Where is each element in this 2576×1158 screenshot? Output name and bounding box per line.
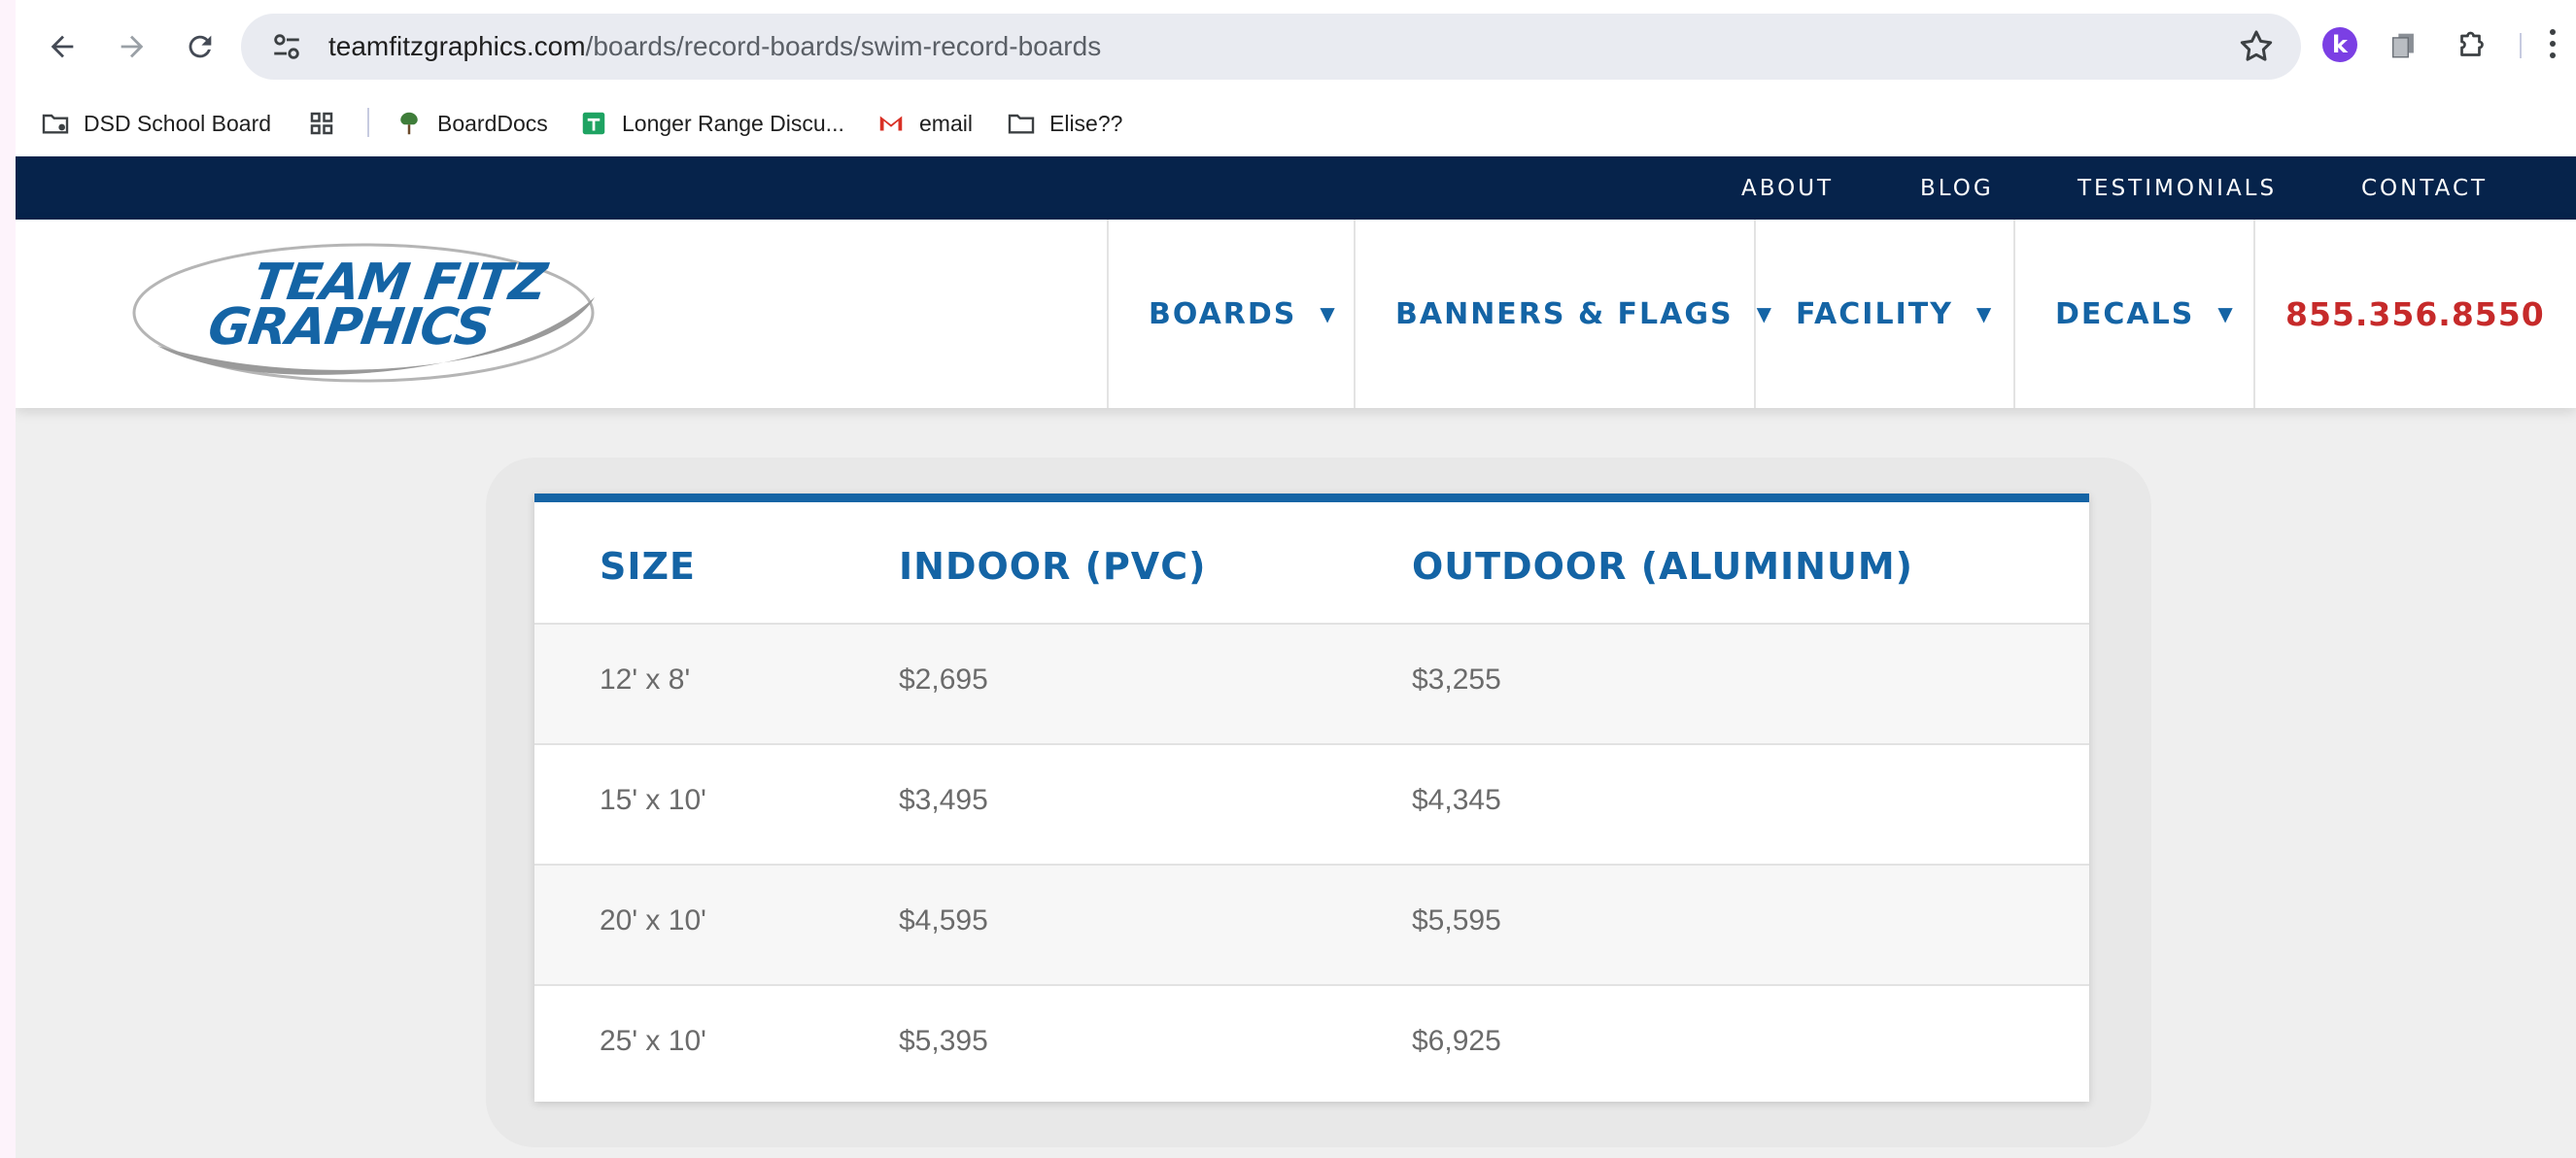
cell-outdoor-price: $4,345: [1412, 784, 1501, 816]
team-fitz-logo[interactable]: TEAM FITZ GRAPHICS: [128, 239, 614, 387]
cell-size: 15' x 10': [600, 784, 706, 816]
apps-grid-icon: [305, 107, 338, 140]
table-row: 25' x 10' $5,395 $6,925: [534, 984, 2089, 1102]
table-row: 15' x 10' $3,495 $4,345: [534, 743, 2089, 864]
sheets-icon: [577, 107, 610, 140]
nav-decals-label: DECALS: [2055, 296, 2195, 331]
cell-outdoor-price: $5,595: [1412, 904, 1501, 937]
puzzle-icon: [2460, 31, 2484, 56]
logo-text: TEAM FITZ GRAPHICS: [204, 254, 550, 357]
logo-line-2: GRAPHICS: [204, 298, 495, 357]
topbar-link-blog[interactable]: BLOG: [1920, 176, 1994, 201]
toolbar-divider: [2520, 33, 2522, 58]
nav-divider: [2253, 220, 2255, 408]
cell-size: 20' x 10': [600, 904, 706, 937]
cell-outdoor-price: $3,255: [1412, 664, 1501, 696]
nav-banners-flags[interactable]: BANNERS & FLAGS ▼: [1395, 292, 1773, 335]
table-row: 20' x 10' $4,595 $5,595: [534, 864, 2089, 984]
folder-shared-icon: [39, 107, 72, 140]
browser-menu-button[interactable]: [2548, 25, 2559, 64]
topbar-link-about[interactable]: ABOUT: [1741, 176, 1834, 201]
extension-k-icon: k: [2322, 27, 2357, 62]
caret-down-icon: ▼: [1756, 302, 1773, 325]
browser-chrome: teamfitzgraphics.com/boards/record-board…: [16, 0, 2576, 156]
forward-button[interactable]: [107, 21, 157, 72]
site-header: TEAM FITZ GRAPHICS BOARDS ▼ BANNERS & FL…: [16, 220, 2576, 408]
tree-icon: [393, 107, 426, 140]
column-header-size: SIZE: [600, 545, 697, 588]
utility-topbar: ABOUT BLOG TESTIMONIALS CONTACT: [16, 156, 2576, 220]
bookmark-star-icon[interactable]: [2237, 27, 2276, 66]
extension-copy-button[interactable]: [2385, 25, 2423, 64]
column-header-indoor: INDOOR (PVC): [899, 545, 1207, 588]
extensions-button[interactable]: [2453, 25, 2491, 64]
reload-icon: [189, 35, 212, 58]
cell-outdoor-price: $6,925: [1412, 1025, 1501, 1057]
topbar-link-testimonials[interactable]: TESTIMONIALS: [2078, 176, 2277, 201]
nav-boards-label: BOARDS: [1149, 296, 1297, 331]
arrow-left-icon: [51, 35, 74, 58]
reload-button[interactable]: [175, 21, 225, 72]
copy-extension-icon: [2391, 33, 2414, 58]
nav-decals[interactable]: DECALS ▼: [2055, 292, 2235, 335]
cell-indoor-price: $4,595: [899, 904, 988, 937]
bookmark-label: Elise??: [1049, 110, 1123, 136]
caret-down-icon: ▼: [2217, 302, 2235, 325]
bookmark-label: email: [919, 110, 973, 136]
caret-down-icon: ▼: [1975, 302, 1994, 325]
bookmarks-bar: DSD School Board BoardDocs Longer Range …: [16, 92, 2576, 156]
bookmark-label: BoardDocs: [437, 110, 548, 136]
bookmark-longer-range-discu[interactable]: Longer Range Discu...: [577, 104, 844, 143]
nav-facility-label: FACILITY: [1796, 296, 1953, 331]
arrow-right-icon: [120, 35, 144, 58]
bookmark-email[interactable]: email: [875, 104, 973, 143]
browser-toolbar: teamfitzgraphics.com/boards/record-board…: [16, 0, 2576, 92]
url-text[interactable]: teamfitzgraphics.com/boards/record-board…: [328, 31, 1101, 62]
nav-banners-flags-label: BANNERS & FLAGS: [1395, 296, 1734, 331]
webpage: ABOUT BLOG TESTIMONIALS CONTACT TEAM FIT…: [16, 156, 2576, 1158]
bookmark-label: DSD School Board: [84, 110, 272, 136]
nav-facility[interactable]: FACILITY ▼: [1796, 292, 1993, 335]
nav-divider: [2013, 220, 2015, 408]
bookmark-label: Longer Range Discu...: [622, 110, 844, 136]
phone-number-link[interactable]: 855.356.8550: [2285, 295, 2545, 333]
extension-k-button[interactable]: k: [2320, 25, 2359, 64]
cell-indoor-price: $2,695: [899, 664, 988, 696]
table-row: 12' x 8' $2,695 $3,255: [534, 623, 2089, 743]
bookmark-elise[interactable]: Elise??: [1005, 104, 1122, 143]
column-header-outdoor: OUTDOOR (ALUMINUM): [1412, 545, 1914, 588]
bookmarks-divider: [367, 108, 369, 137]
price-table: SIZE INDOOR (PVC) OUTDOOR (ALUMINUM) 12'…: [534, 494, 2089, 1102]
nav-divider: [1354, 220, 1356, 408]
cell-size: 12' x 8': [600, 664, 691, 696]
bookmark-apps[interactable]: [305, 104, 338, 143]
cell-size: 25' x 10': [600, 1025, 706, 1057]
cell-indoor-price: $5,395: [899, 1025, 988, 1057]
topbar-link-contact[interactable]: CONTACT: [2361, 176, 2488, 201]
url-domain: teamfitzgraphics.com: [328, 31, 586, 61]
nav-divider: [1754, 220, 1756, 408]
bookmark-boarddocs[interactable]: BoardDocs: [393, 104, 548, 143]
nav-boards[interactable]: BOARDS ▼: [1149, 292, 1337, 335]
bookmark-dsd-school-board[interactable]: DSD School Board: [39, 104, 271, 143]
cell-indoor-price: $3,495: [899, 784, 988, 816]
nav-divider: [1107, 220, 1109, 408]
site-settings-icon[interactable]: [270, 30, 303, 63]
back-button[interactable]: [37, 21, 87, 72]
gmail-icon: [875, 107, 908, 140]
url-path: /boards/record-boards/swim-record-boards: [585, 31, 1102, 61]
caret-down-icon: ▼: [1320, 302, 1337, 325]
folder-icon: [1005, 107, 1038, 140]
address-bar[interactable]: teamfitzgraphics.com/boards/record-board…: [241, 14, 2301, 80]
